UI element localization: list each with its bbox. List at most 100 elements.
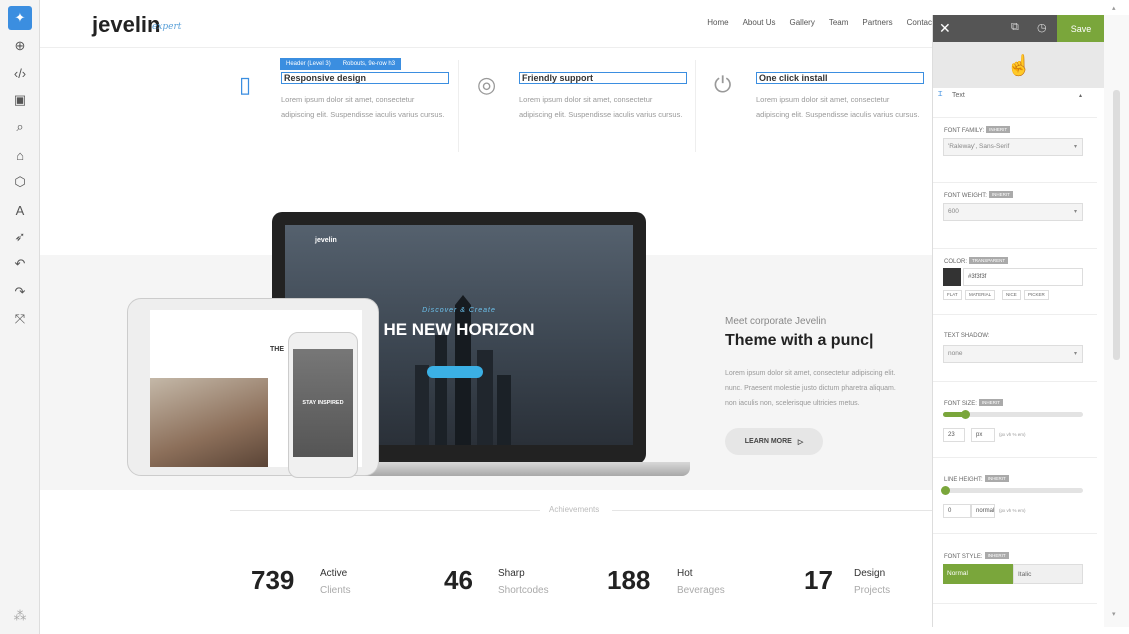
layout-icon[interactable]: ▣: [8, 88, 32, 112]
save-button[interactable]: Save: [1057, 15, 1104, 42]
font-family-label: FONT FAMILY: INHERIT: [944, 126, 1011, 134]
inherit-badge[interactable]: INHERIT: [988, 191, 1013, 198]
text-shadow-select[interactable]: none ▾: [943, 345, 1083, 363]
inherit-badge[interactable]: INHERIT: [984, 552, 1009, 559]
expand-icon[interactable]: ⤧: [8, 307, 32, 331]
font-size-slider[interactable]: [943, 410, 1083, 419]
search-icon[interactable]: ⌕: [8, 115, 32, 139]
inherit-badge[interactable]: INHERIT: [984, 475, 1009, 482]
feature-item: ⏻ One click install Lorem ipsum dolor si…: [695, 60, 932, 152]
line-height-unit[interactable]: normal: [971, 504, 995, 518]
scroll-up-icon[interactable]: ▴: [1112, 4, 1116, 12]
stat-subtitle: Beverages: [677, 585, 725, 596]
style-panel: ✕ ⧉ ◷ Save ☝ Ꮖ Text ▴ FONT FAMILY: INHERI…: [932, 15, 1104, 627]
font-weight-label: FONT WEIGHT: INHERIT: [944, 191, 1013, 199]
promo-paragraph: Lorem ipsum dolor sit amet, consectetur …: [725, 366, 932, 411]
line-height-hint: (px vh % em): [999, 508, 1026, 513]
learn-more-button[interactable]: LEARN MORE ▷: [725, 428, 823, 455]
slider-thumb[interactable]: [941, 486, 950, 495]
font-family-section: FONT FAMILY: INHERIT 'Raleway', Sans-Seri…: [933, 118, 1097, 183]
font-style-section: FONT STYLE: INHERIT Normal Italic: [933, 534, 1097, 604]
section-header[interactable]: Ꮖ Text ▴: [933, 88, 1097, 118]
feature-title[interactable]: Responsive design: [281, 72, 449, 84]
settings-icon[interactable]: ⁂: [8, 604, 32, 628]
color-chip-picker[interactable]: PICKER: [1024, 290, 1049, 300]
font-size-input[interactable]: 23: [943, 428, 965, 442]
hand-pointer-icon: ☝: [933, 42, 1104, 88]
laptop-logo: jevelin: [315, 237, 337, 244]
color-label: COLOR: TRANSPARENT: [944, 257, 1009, 265]
font-size-hint: (px vh % em): [999, 432, 1026, 437]
undo-icon[interactable]: ↶: [8, 252, 32, 276]
line-height-label: LINE HEIGHT: INHERIT: [944, 475, 1009, 483]
scrollbar-thumb[interactable]: [1113, 90, 1120, 360]
site-logo-sub: expert: [152, 22, 182, 32]
nav-partners[interactable]: Partners: [862, 18, 892, 27]
stat-number: 46: [444, 565, 473, 595]
stat-title: Design: [854, 568, 886, 579]
slider-thumb[interactable]: [961, 410, 971, 419]
color-swatch[interactable]: [943, 268, 961, 286]
feature-title[interactable]: One click install: [756, 72, 924, 84]
color-chip-flat[interactable]: FLAT: [943, 290, 962, 300]
font-weight-section: FONT WEIGHT: INHERIT 600 ▾: [933, 183, 1097, 249]
power-icon: ⏻: [714, 72, 732, 97]
feature-title[interactable]: Friendly support: [519, 72, 687, 84]
line-height-section: LINE HEIGHT: INHERIT 0 normal (px vh % em…: [933, 458, 1097, 534]
code-icon[interactable]: ‹/›: [8, 61, 32, 85]
site-logo[interactable]: jevelin: [92, 12, 160, 38]
color-chip-material[interactable]: MATERIAL: [965, 290, 996, 300]
stat-number: 188: [607, 565, 651, 595]
nav-home[interactable]: Home: [707, 18, 728, 27]
nav-gallery[interactable]: Gallery: [790, 18, 815, 27]
nav-contact[interactable]: Contac: [907, 18, 932, 27]
cursor-icon[interactable]: ✦: [8, 6, 32, 30]
nav-team[interactable]: Team: [829, 18, 849, 27]
font-family-select[interactable]: 'Raleway', Sans-Serif ▾: [943, 138, 1083, 156]
font-style-normal[interactable]: Normal: [943, 564, 1013, 584]
promo-headline[interactable]: Theme with a punc|: [725, 332, 874, 350]
close-icon[interactable]: ✕: [939, 20, 951, 37]
chevron-down-icon: ▾: [1073, 144, 1077, 150]
promo-kicker: Meet corporate Jevelin: [725, 316, 827, 327]
line-height-slider[interactable]: [941, 486, 1083, 495]
text-icon[interactable]: A: [8, 198, 32, 222]
collapse-icon[interactable]: ▴: [1079, 92, 1082, 99]
phone-text: STAY INSPIRED: [302, 400, 344, 406]
divider: [230, 510, 540, 511]
phone-icon: ▯: [239, 72, 252, 97]
history-icon[interactable]: ◷: [1037, 21, 1047, 34]
transparent-badge[interactable]: TRANSPARENT: [969, 257, 1009, 264]
nav-about[interactable]: About Us: [743, 18, 776, 27]
redo-icon[interactable]: ↷: [8, 280, 32, 304]
scroll-down-icon[interactable]: ▾: [1112, 610, 1116, 618]
stat-subtitle: Clients: [320, 585, 351, 596]
site-nav: Home About Us Gallery Team Partners Cont…: [707, 18, 932, 27]
font-style-italic[interactable]: Italic: [1013, 564, 1083, 584]
text-cursor-icon: Ꮖ: [938, 91, 943, 98]
paint-icon[interactable]: ⌂: [8, 143, 32, 167]
learn-more-label: LEARN MORE: [744, 438, 792, 445]
box-icon[interactable]: ⬡: [8, 170, 32, 194]
editor-toolbar: ✦ ⊕ ‹/› ▣ ⌕ ⌂ ⬡ A ➶ ↶ ↷ ⤧ ⁂: [0, 0, 40, 634]
lifebuoy-icon: ◎: [477, 72, 497, 97]
achievements-label: Achievements: [549, 505, 600, 514]
inherit-badge[interactable]: INHERIT: [986, 126, 1011, 133]
copy-icon[interactable]: ⧉: [1011, 21, 1019, 34]
feature-item: ◎ Friendly support Lorem ipsum dolor sit…: [458, 60, 695, 152]
chevron-down-icon: ▾: [1073, 351, 1077, 357]
section-title: Text: [952, 92, 965, 99]
stat-subtitle: Shortcodes: [498, 585, 549, 596]
line-height-input[interactable]: 0: [943, 504, 971, 518]
rocket-icon[interactable]: ➶: [8, 225, 32, 249]
color-input[interactable]: #3f3f3f: [963, 268, 1083, 286]
color-chip-nice[interactable]: NICE: [1002, 290, 1021, 300]
inherit-badge[interactable]: INHERIT: [978, 399, 1003, 406]
font-size-unit[interactable]: px: [971, 428, 995, 442]
feature-text: Lorem ipsum dolor sit amet, consectetur …: [756, 95, 920, 119]
crosshair-icon[interactable]: ⊕: [8, 34, 32, 58]
chevron-down-icon: ▾: [1073, 209, 1077, 215]
text-shadow-section: TEXT SHADOW: none ▾: [933, 315, 1097, 382]
font-weight-select[interactable]: 600 ▾: [943, 203, 1083, 221]
promo-line: nunc. Praesent molestie justo dictum pha…: [725, 385, 896, 392]
